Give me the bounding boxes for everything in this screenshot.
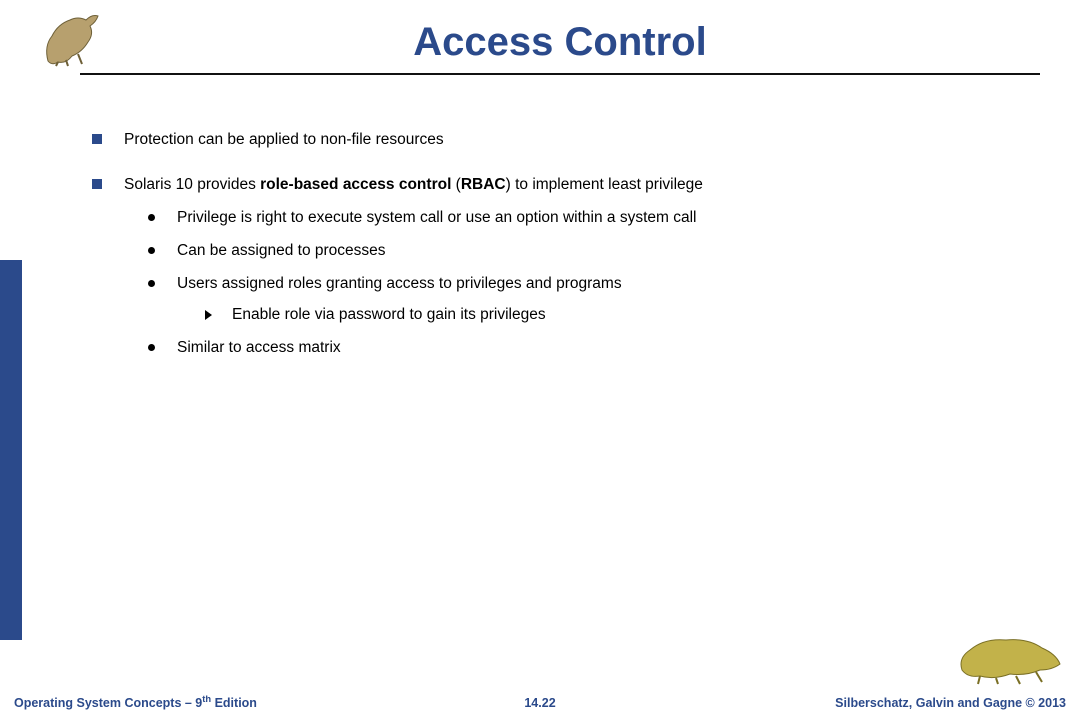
text-fragment: is right to execute system call or use a… <box>236 209 696 226</box>
slide-content: Protection can be applied to non-file re… <box>92 130 1030 358</box>
bullet-text: Privilege is right to execute system cal… <box>177 208 1030 229</box>
dot-bullet-icon <box>148 280 155 287</box>
bullet-level3: Enable role via password to gain its pri… <box>205 305 1030 326</box>
text-fragment: Users assigned <box>177 275 288 292</box>
bullet-level2: Similar to access matrix <box>148 338 1030 359</box>
dot-bullet-icon <box>148 247 155 254</box>
left-accent-bar <box>0 260 22 640</box>
footer-right: Silberschatz, Galvin and Gagne © 2013 <box>835 696 1066 710</box>
bullet-level2: Can be assigned to processes <box>148 241 1030 262</box>
bold-text: RBAC <box>461 176 506 193</box>
text-fragment: granting access to privileges and progra… <box>322 275 622 292</box>
bullet-text: Enable role via password to gain its pri… <box>232 305 1030 326</box>
bullet-level2: Users assigned roles granting access to … <box>148 274 1030 326</box>
title-underline <box>80 73 1040 75</box>
bullet-level1: Solaris 10 provides role-based access co… <box>92 175 1030 359</box>
title-area: Access Control <box>80 20 1040 75</box>
italic-text: Privilege <box>177 209 236 226</box>
bold-text: role-based access control <box>260 176 451 193</box>
square-bullet-icon <box>92 134 102 144</box>
bullet-text: Can be assigned to processes <box>177 241 1030 262</box>
bullet-text: Users assigned roles granting access to … <box>177 274 1030 326</box>
bullet-text: Similar to access matrix <box>177 338 1030 359</box>
italic-text: roles <box>288 275 322 292</box>
triangle-bullet-icon <box>205 310 212 320</box>
text-fragment: Solaris 10 provides <box>124 176 260 193</box>
dot-bullet-icon <box>148 214 155 221</box>
text-fragment: ( <box>451 176 460 193</box>
slide-footer: Operating System Concepts – 9th Edition … <box>0 690 1080 710</box>
slide: Access Control Protection can be applied… <box>0 0 1080 720</box>
text-fragment: ) to implement least privilege <box>506 176 703 193</box>
dot-bullet-icon <box>148 344 155 351</box>
bullet-level1: Protection can be applied to non-file re… <box>92 130 1030 151</box>
slide-title: Access Control <box>80 20 1040 71</box>
dinosaur-bottom-right-icon <box>956 630 1066 686</box>
square-bullet-icon <box>92 179 102 189</box>
bullet-text: Protection can be applied to non-file re… <box>124 130 1030 151</box>
bullet-text: Solaris 10 provides role-based access co… <box>124 175 1030 359</box>
bullet-level2: Privilege is right to execute system cal… <box>148 208 1030 229</box>
